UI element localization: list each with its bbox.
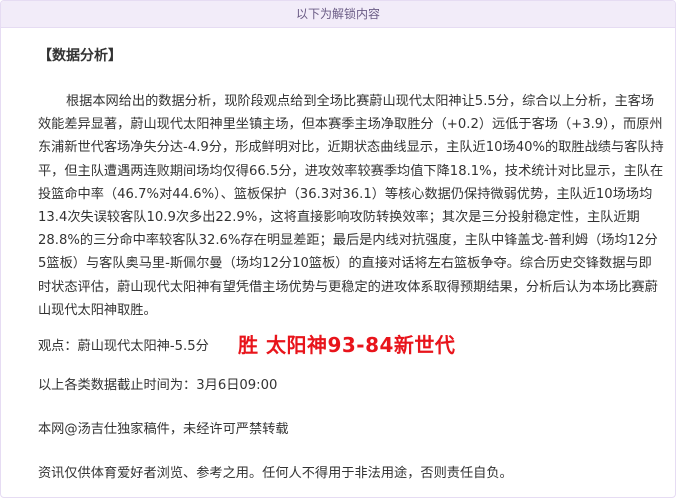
data-deadline: 以上各类数据截止时间为：3月6日09:00 (38, 378, 278, 393)
disclaimer-notice: 资讯仅供体育爱好者浏览、参考之用。任何人不得用于非法用途，否则责任自负。 (38, 466, 513, 481)
content-panel: 以下为解锁内容 【数据分析】 根据本网给出的数据分析，现阶段观点给到全场比赛蔚山… (0, 0, 676, 498)
copyright-notice: 本网@汤吉仕独家稿件，未经许可严禁转载 (38, 422, 289, 437)
section-title: 【数据分析】 (38, 48, 122, 64)
prediction-row: 观点：蔚山现代太阳神-5.5分 胜 太阳神93-84新世代 (38, 329, 668, 359)
analysis-paragraph: 根据本网给出的数据分析，现阶段观点给到全场比赛蔚山现代太阳神让5.5分，综合以上… (38, 94, 664, 318)
unlock-banner-text: 以下为解锁内容 (295, 7, 380, 21)
prediction-label: 观点：蔚山现代太阳神-5.5分 (38, 339, 209, 354)
unlock-banner: 以下为解锁内容 (1, 1, 675, 28)
match-result: 胜 太阳神93-84新世代 (238, 333, 456, 357)
